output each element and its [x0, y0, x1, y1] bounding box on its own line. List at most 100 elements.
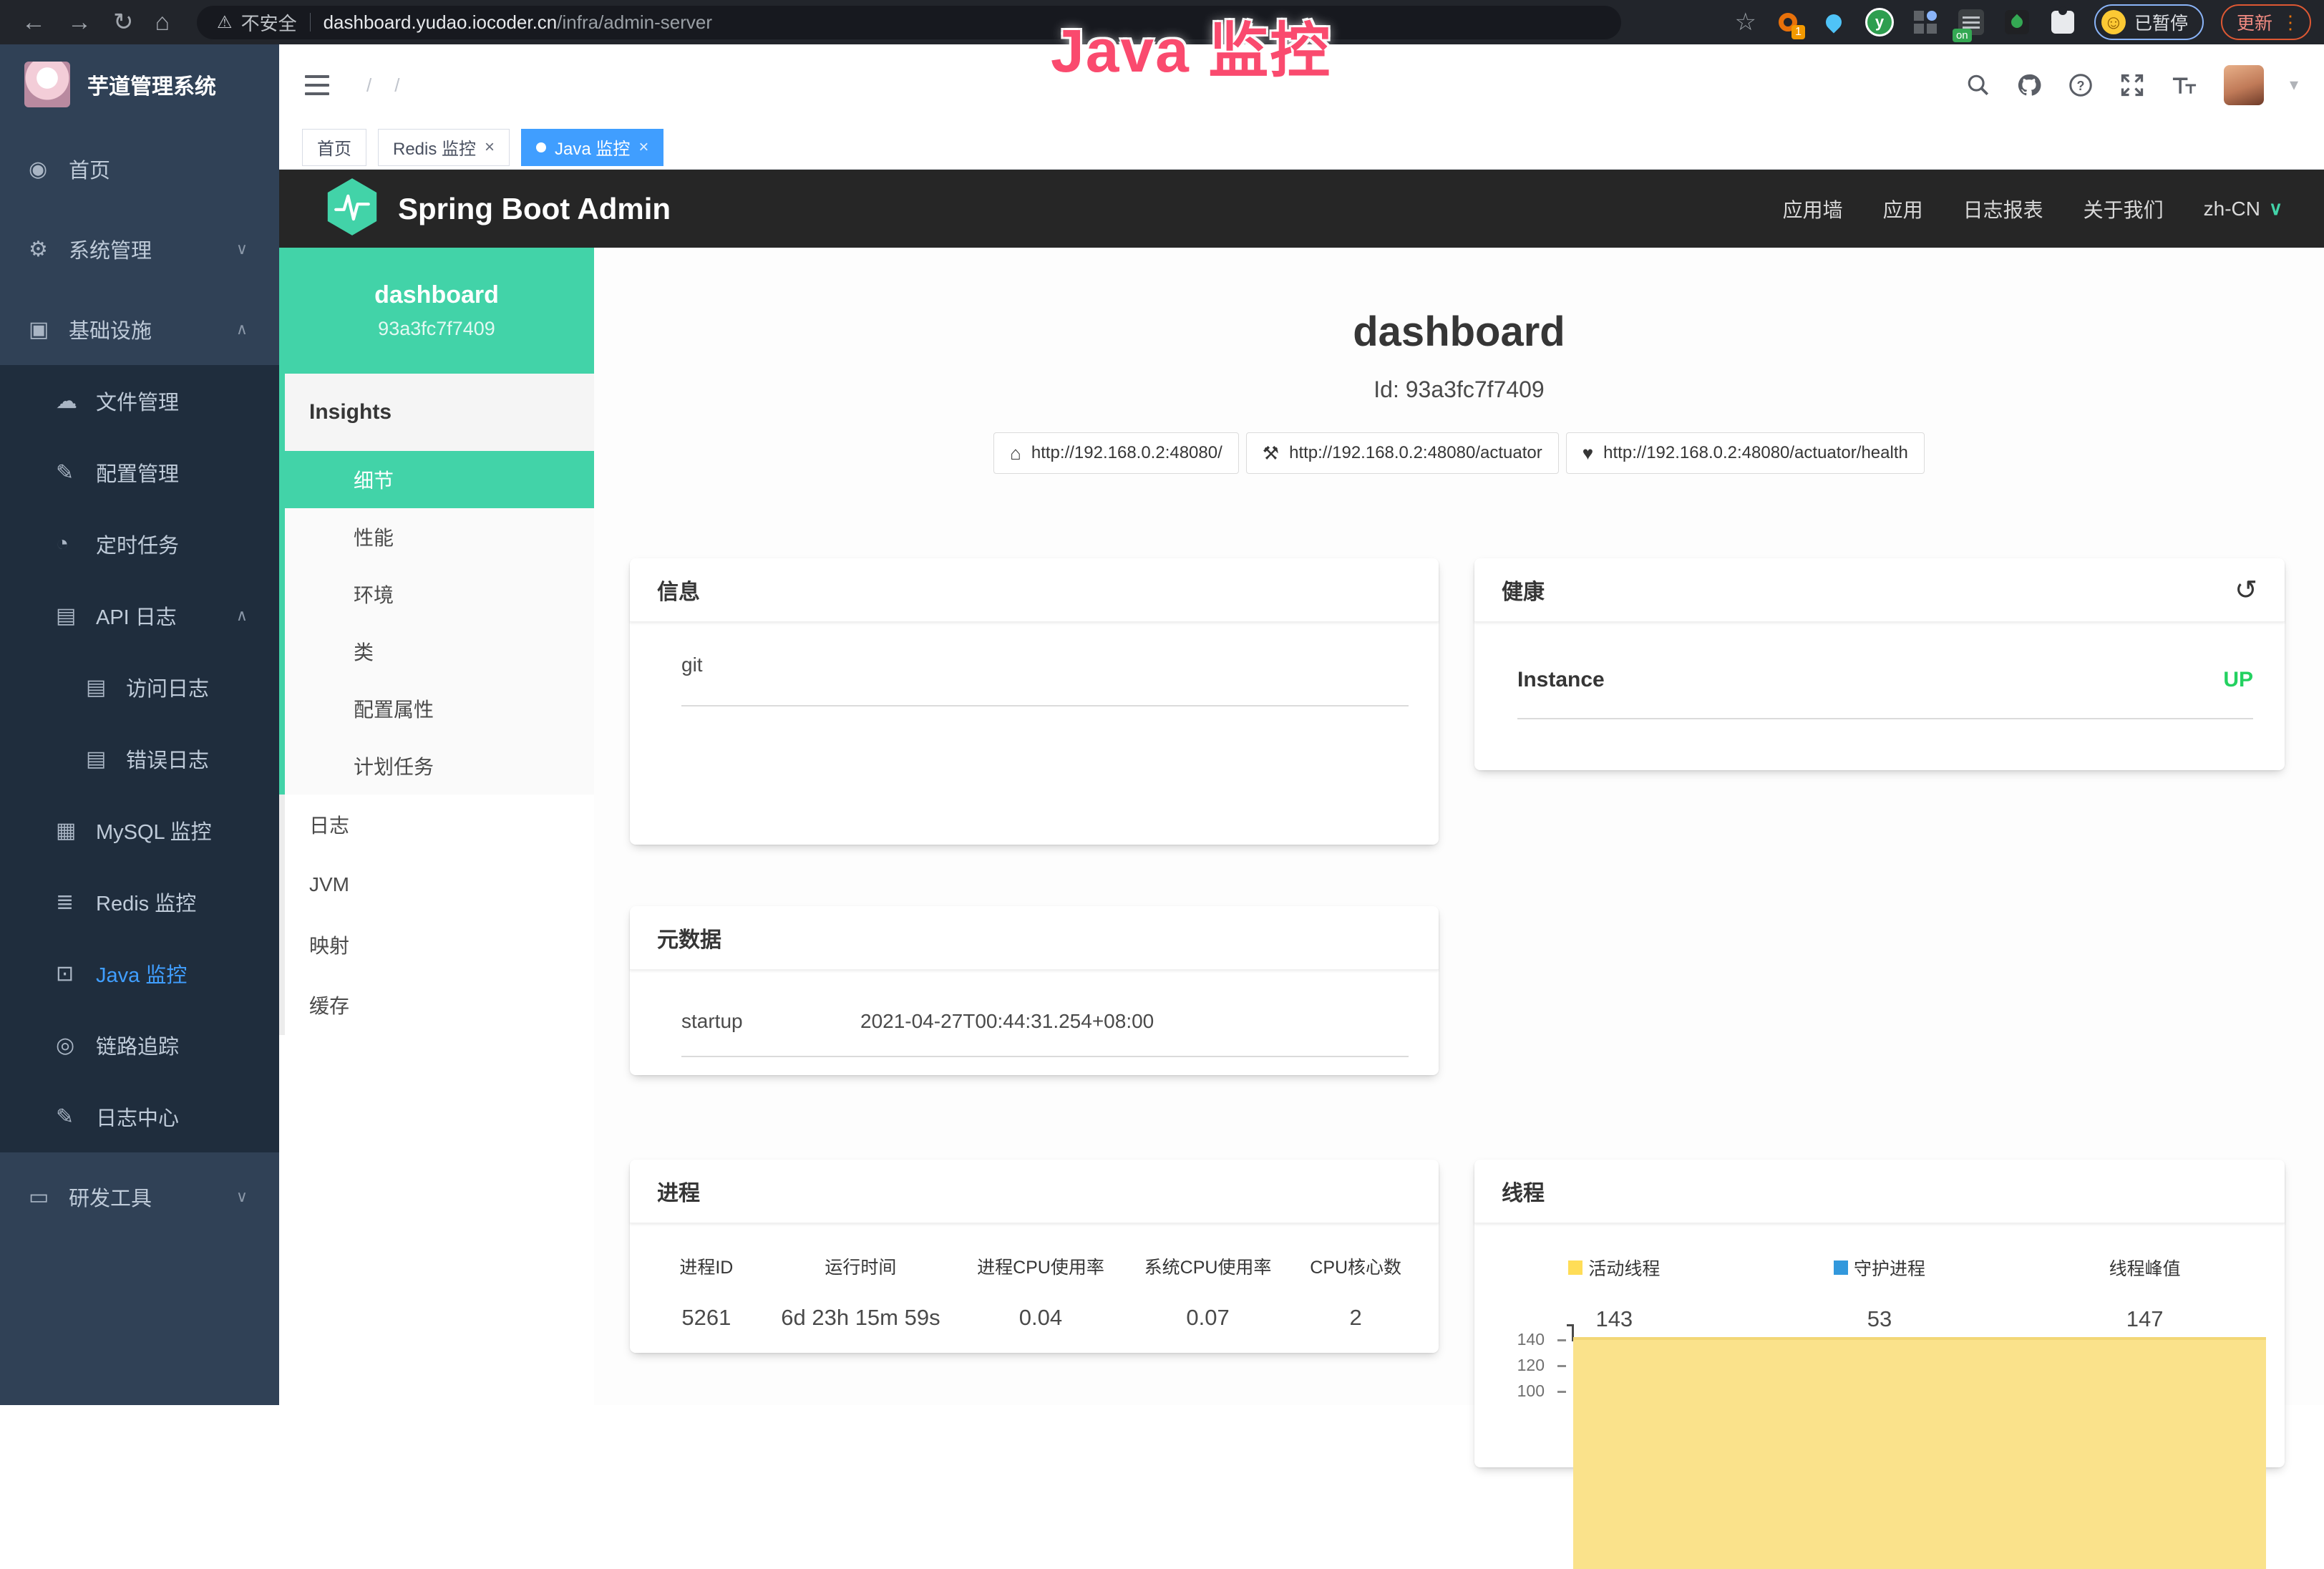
health-row[interactable]: Instance UP [1517, 668, 2253, 719]
extension-orange-icon[interactable]: 1 [1774, 8, 1802, 37]
extension-grid-icon[interactable] [1911, 8, 1940, 37]
instance-link-button[interactable]: ♥ http://192.168.0.2:48080/actuator/heal… [1566, 432, 1925, 474]
process-column: 进程CPU使用率 0.04 [957, 1253, 1124, 1331]
search-icon[interactable] [1966, 73, 1990, 97]
threads-card-title: 线程 [1474, 1160, 2285, 1223]
threads-card: 线程 活动线程 143 守护进程 53 [1474, 1160, 2285, 1467]
sidebar-item[interactable]: ▤ API 日志 ∧ [0, 580, 279, 651]
instance-link-button[interactable]: ⚒ http://192.168.0.2:48080/actuator [1246, 432, 1559, 474]
sba-logo-icon[interactable] [325, 177, 379, 241]
sidebar-item-label: 文件管理 [96, 386, 179, 416]
sba-nav-wall[interactable]: 应用墙 [1783, 195, 1843, 223]
font-size-icon[interactable] [2171, 72, 2198, 98]
update-button[interactable]: 更新 ⋮ [2221, 4, 2311, 40]
instance-details: dashboard Id: 93a3fc7f7409 ⌂ http://192.… [594, 248, 2324, 1405]
instance-header[interactable]: dashboard 93a3fc7f7409 [279, 248, 594, 374]
user-menu-caret-icon[interactable]: ▾ [2290, 74, 2298, 95]
app-title: 芋道管理系统 [87, 69, 216, 100]
log-icon: ▤ [86, 675, 126, 700]
sidebar-item[interactable]: ◔ 定时任务 [0, 508, 279, 580]
breadcrumb-item[interactable] [355, 74, 383, 97]
instance-link-button[interactable]: ⌂ http://192.168.0.2:48080/ [993, 432, 1239, 474]
sidebar-item[interactable]: ≣ Redis 监控 [0, 866, 279, 938]
sidebar-item[interactable]: ◎ 链路追踪 [0, 1009, 279, 1081]
sidebar-item[interactable]: ✎ 日志中心 [0, 1081, 279, 1152]
process-column-value: 6d 23h 15m 59s [764, 1305, 958, 1331]
insights-section-label[interactable]: Insights [285, 374, 594, 451]
instance-menu-label: 环境 [354, 580, 394, 608]
close-icon[interactable]: × [638, 137, 648, 157]
process-column-header: 进程ID [648, 1253, 764, 1279]
legend-value: 147 [2012, 1306, 2277, 1332]
update-label: 更新 [2237, 9, 2272, 35]
log-icon: ▤ [56, 603, 96, 628]
sidebar-item[interactable]: ◉ 首页 [0, 133, 279, 205]
instance-menu-item[interactable]: JVM [285, 855, 594, 915]
instance-menu-item[interactable]: 性能 [285, 508, 594, 565]
app-logo[interactable]: 芋道管理系统 [0, 44, 279, 125]
instance-menu-item[interactable]: 计划任务 [285, 737, 594, 795]
sidebar-item[interactable]: ▦ MySQL 监控 [0, 795, 279, 866]
sidebar-item[interactable]: ⚙ 系统管理 ∨ [0, 213, 279, 285]
process-column-value: 0.07 [1124, 1305, 1292, 1331]
extension-y-icon[interactable]: y [1865, 8, 1894, 37]
sidebar-item[interactable]: ▤ 错误日志 [0, 723, 279, 795]
chevron-icon: ∧ [236, 606, 248, 625]
timer-icon: ◔ [56, 532, 96, 556]
sidebar-item[interactable]: ▭ 研发工具 ∨ [0, 1161, 279, 1233]
extensions-puzzle-icon[interactable] [2048, 8, 2077, 37]
instance-menu-item[interactable]: 类 [285, 623, 594, 680]
sidebar-item-label: 链路追踪 [96, 1030, 179, 1060]
instance-name: dashboard [374, 281, 499, 309]
sidebar-item[interactable]: ▤ 访问日志 [0, 651, 279, 723]
process-column: 运行时间 6d 23h 15m 59s [764, 1253, 958, 1331]
github-icon[interactable] [2016, 72, 2042, 98]
address-bar[interactable]: ⚠ 不安全 dashboard.yudao.iocoder.cn /infra/… [197, 6, 1621, 39]
fullscreen-icon[interactable] [2119, 72, 2145, 98]
info-git-row: git [681, 654, 1409, 706]
close-icon[interactable]: × [485, 137, 495, 157]
more-menu-icon[interactable]: ⋮ [2281, 11, 2300, 34]
paused-label: 已暂停 [2134, 9, 2188, 35]
instance-menu-item[interactable]: 缓存 [285, 975, 594, 1035]
extension-pin-icon[interactable] [1819, 8, 1848, 37]
instance-menu-item[interactable]: 映射 [285, 915, 594, 975]
sba-nav-about[interactable]: 关于我们 [2084, 195, 2164, 223]
sidebar-item[interactable]: ▣ 基础设施 ∧ [0, 293, 279, 365]
tab[interactable]: Java 监控 × [521, 129, 663, 166]
profile-paused-pill[interactable]: ☺ 已暂停 [2094, 4, 2204, 40]
browser-home-button[interactable]: ⌂ [155, 9, 170, 37]
instance-menu-item[interactable]: 日志 [285, 795, 594, 855]
help-icon[interactable]: ? [2068, 72, 2094, 98]
user-avatar[interactable] [2224, 65, 2264, 105]
sidebar-item-label: 定时任务 [96, 529, 179, 559]
java-monitor-icon: ⊡ [56, 961, 96, 986]
instance-menu-item[interactable]: 配置属性 [285, 680, 594, 737]
tab-label: Java 监控 [555, 135, 630, 160]
sba-nav-journal[interactable]: 日志报表 [1963, 195, 2043, 223]
history-icon[interactable]: ↺ [2235, 574, 2257, 606]
chevron-icon: ∨ [236, 1187, 248, 1206]
instance-menu-label: 类 [354, 637, 374, 666]
sidebar-item[interactable]: ✎ 配置管理 [0, 437, 279, 508]
sba-brand[interactable]: Spring Boot Admin [398, 192, 671, 226]
collapse-sidebar-icon[interactable] [305, 75, 329, 95]
forward-button[interactable]: → [67, 9, 92, 37]
bookmark-star-icon[interactable]: ☆ [1734, 8, 1756, 37]
sidebar-item[interactable]: ⊡ Java 监控 [0, 938, 279, 1009]
back-button[interactable]: ← [21, 9, 46, 37]
language-select[interactable]: zh-CN ∨ [2204, 198, 2282, 220]
instance-menu-item[interactable]: 细节 [285, 451, 594, 508]
sidebar-item[interactable]: ☁ 文件管理 [0, 365, 279, 437]
extension-leaf-icon[interactable] [2003, 8, 2031, 37]
sba-nav-applications[interactable]: 应用 [1883, 195, 1923, 223]
extension-list-icon[interactable]: on [1957, 8, 1985, 37]
sba-header: Spring Boot Admin 应用墙 应用 日志报表 关于我们 zh-CN… [279, 170, 2324, 248]
instance-menu-item[interactable]: 环境 [285, 565, 594, 623]
tab[interactable]: 首页 [302, 129, 366, 166]
tab[interactable]: Redis 监控 × [378, 129, 510, 166]
legend-label: 活动线程 [1588, 1255, 1660, 1281]
breadcrumb-item[interactable] [383, 74, 411, 97]
process-column: CPU核心数 2 [1291, 1253, 1420, 1331]
reload-button[interactable]: ↻ [113, 8, 134, 37]
